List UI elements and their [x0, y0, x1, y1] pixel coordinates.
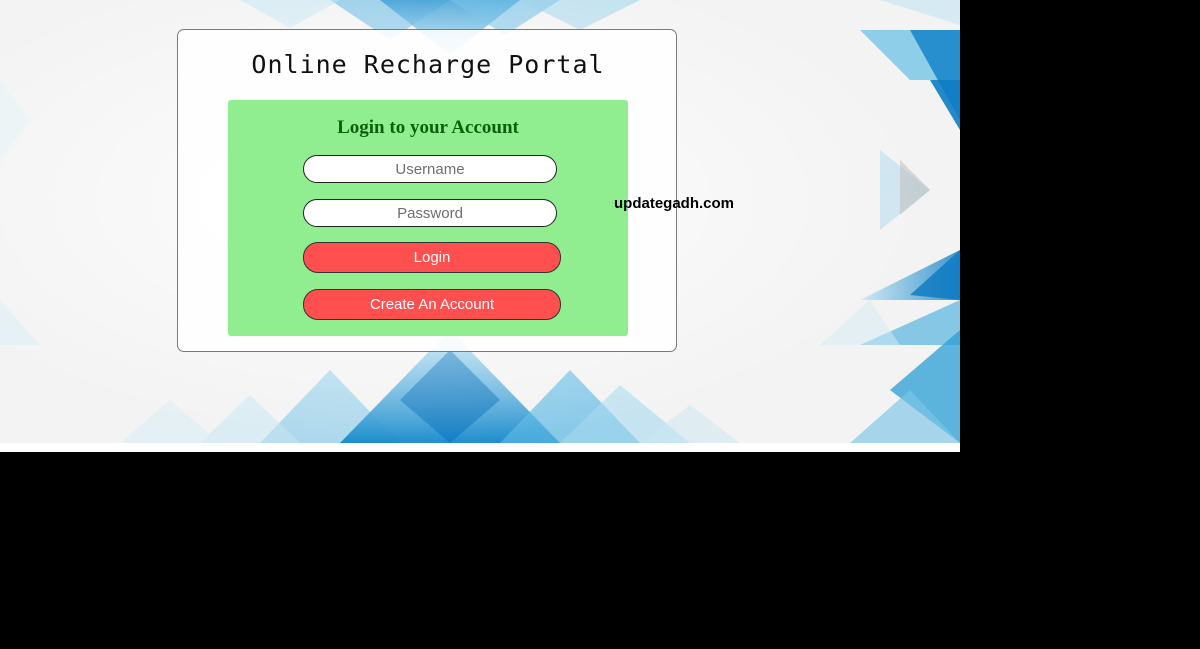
login-button[interactable]: Login — [303, 242, 561, 273]
login-form: Login to your Account Login Create An Ac… — [228, 100, 628, 336]
username-input[interactable] — [303, 155, 557, 183]
page-title: Online Recharge Portal — [251, 50, 605, 79]
login-panel: Online Recharge Portal Login to your Acc… — [177, 29, 677, 352]
password-input[interactable] — [303, 199, 557, 227]
create-account-button[interactable]: Create An Account — [303, 289, 561, 320]
browser-viewport: Online Recharge Portal Login to your Acc… — [0, 0, 960, 452]
watermark-text: updategadh.com — [614, 195, 735, 212]
login-heading: Login to your Account — [337, 117, 519, 138]
